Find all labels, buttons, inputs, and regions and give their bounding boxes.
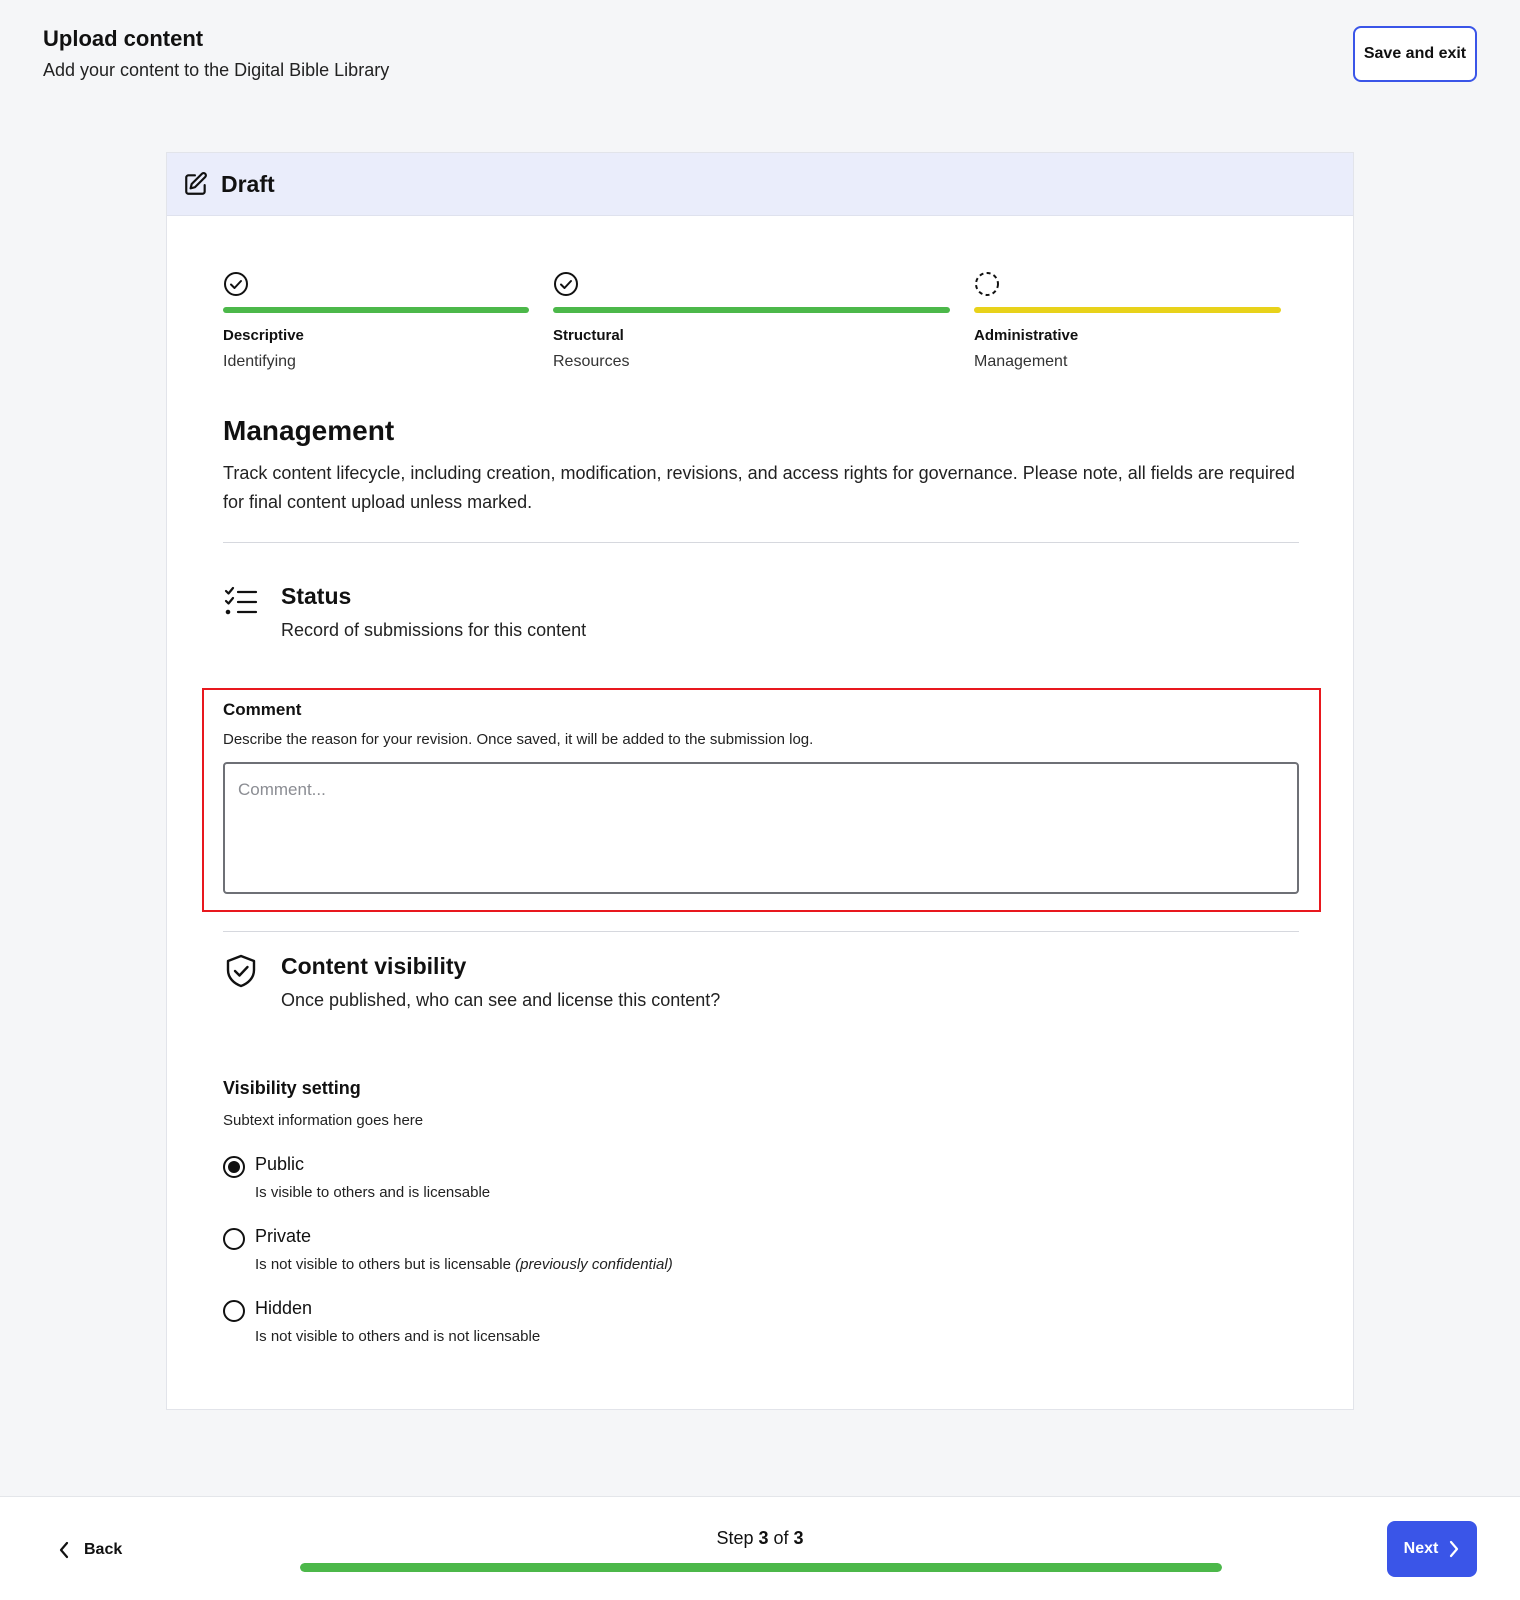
step-structural[interactable] bbox=[553, 271, 579, 297]
comment-help-text: Describe the reason for your revision. O… bbox=[223, 731, 814, 748]
radio-label-public: Public bbox=[255, 1154, 305, 1174]
save-and-exit-button[interactable]: Save and exit bbox=[1353, 26, 1477, 82]
step-administrative[interactable] bbox=[974, 271, 1000, 297]
visibility-setting-help: Subtext information goes here bbox=[223, 1112, 424, 1129]
step-counter-current: 3 bbox=[758, 1528, 769, 1548]
status-title: Status bbox=[281, 583, 352, 609]
content-visibility-description: Once published, who can see and license … bbox=[281, 990, 721, 1010]
edit-icon bbox=[185, 172, 207, 195]
chevron-right-icon bbox=[1450, 1540, 1459, 1558]
step-descriptive-bar bbox=[223, 307, 529, 313]
footer-progress-bar bbox=[300, 1563, 1222, 1572]
radio-button-private[interactable] bbox=[223, 1228, 245, 1250]
shield-check-icon bbox=[226, 954, 256, 988]
comment-label: Comment bbox=[223, 700, 302, 719]
divider bbox=[223, 931, 1299, 932]
card-header: Draft bbox=[167, 153, 1353, 216]
footer-progress-fill bbox=[300, 1563, 1222, 1572]
step-structural-sub: Resources bbox=[553, 353, 630, 370]
visibility-setting-label: Visibility setting bbox=[223, 1078, 361, 1098]
radio-help-private-text: Is not visible to others but is licensab… bbox=[255, 1256, 511, 1273]
step-administrative-sub: Management bbox=[974, 353, 1068, 370]
dashed-circle-icon bbox=[975, 272, 999, 296]
upload-card: Draft Descriptive Identifying Structural… bbox=[166, 152, 1354, 1410]
step-descriptive[interactable] bbox=[223, 271, 249, 297]
page-subtitle: Add your content to the Digital Bible Li… bbox=[43, 60, 390, 80]
comment-textarea[interactable] bbox=[223, 762, 1299, 894]
radio-option-private[interactable]: Private Is not visible to others but is … bbox=[223, 1226, 823, 1280]
radio-label-private: Private bbox=[255, 1226, 312, 1246]
radio-help-private: Is not visible to others but is licensab… bbox=[255, 1256, 673, 1273]
page-title: Upload content bbox=[43, 26, 204, 51]
radio-label-hidden: Hidden bbox=[255, 1298, 313, 1318]
checklist-icon bbox=[224, 586, 258, 615]
step-descriptive-name: Descriptive bbox=[223, 327, 304, 344]
step-counter-of: of bbox=[773, 1528, 789, 1548]
check-circle-icon bbox=[224, 272, 248, 296]
radio-button-public[interactable] bbox=[223, 1156, 245, 1178]
divider bbox=[223, 542, 1299, 543]
footer-bar: Back Step 3 of 3 Next bbox=[0, 1496, 1520, 1600]
status-description: Record of submissions for this content bbox=[281, 620, 587, 640]
check-circle-icon bbox=[554, 272, 578, 296]
radio-button-hidden[interactable] bbox=[223, 1300, 245, 1322]
next-button-label: Next bbox=[1403, 1540, 1439, 1557]
step-descriptive-sub: Identifying bbox=[223, 353, 296, 370]
step-administrative-name: Administrative bbox=[974, 327, 1079, 344]
radio-help-hidden: Is not visible to others and is not lice… bbox=[255, 1328, 541, 1345]
section-title: Management bbox=[223, 415, 395, 446]
radio-option-hidden[interactable]: Hidden Is not visible to others and is n… bbox=[223, 1298, 823, 1352]
draft-status-label: Draft bbox=[221, 170, 275, 197]
step-counter-prefix: Step bbox=[716, 1528, 754, 1548]
radio-option-public[interactable]: Public Is visible to others and is licen… bbox=[223, 1154, 823, 1208]
section-description: Track content lifecycle, including creat… bbox=[223, 463, 1295, 512]
step-structural-bar bbox=[553, 307, 950, 313]
top-bar: Upload content Add your content to the D… bbox=[0, 0, 1520, 120]
content-visibility-title: Content visibility bbox=[281, 953, 467, 979]
progress-stepper: Descriptive Identifying Structural Resou… bbox=[223, 271, 1299, 381]
next-button[interactable]: Next bbox=[1387, 1521, 1477, 1577]
radio-help-public: Is visible to others and is licensable bbox=[255, 1184, 491, 1201]
step-counter: Step 3 of 3 bbox=[0, 1528, 1520, 1549]
step-structural-name: Structural bbox=[553, 327, 624, 344]
radio-help-private-note: (previously confidential) bbox=[515, 1256, 673, 1273]
step-counter-total: 3 bbox=[793, 1528, 804, 1548]
step-administrative-bar bbox=[974, 307, 1281, 313]
